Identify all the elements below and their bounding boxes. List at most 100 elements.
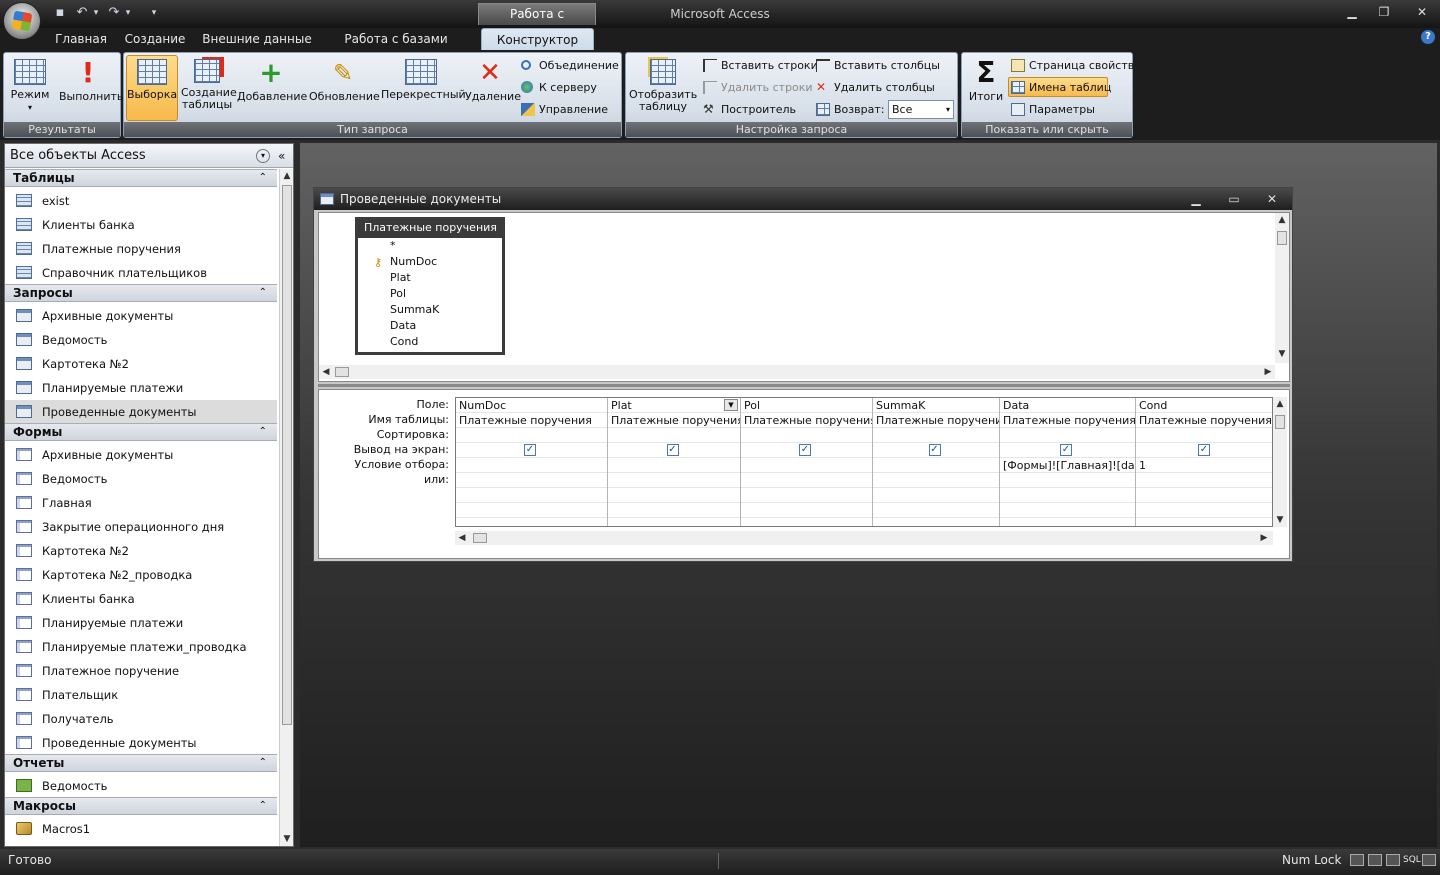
show-cell[interactable]: ✓ (456, 443, 607, 458)
field-cell[interactable]: NumDoc (456, 398, 607, 413)
scroll-down-icon[interactable]: ▼ (280, 832, 294, 846)
empty-cell[interactable] (608, 488, 740, 503)
or-cell[interactable] (873, 473, 999, 488)
show-cell[interactable]: ✓ (608, 443, 740, 458)
office-button[interactable] (3, 2, 41, 40)
view-button[interactable]: Режим ▾ (6, 55, 54, 121)
criteria-cell[interactable] (456, 458, 607, 473)
scroll-up-icon[interactable]: ▲ (1273, 397, 1287, 411)
criteria-cell[interactable]: 1 (1136, 458, 1272, 473)
show-checkbox[interactable]: ✓ (799, 444, 811, 456)
minimize-icon[interactable]: ▁ (1340, 3, 1364, 21)
sort-cell[interactable] (456, 428, 607, 443)
query-window-titlebar[interactable]: Проведенные документы ▁ ▭ ✕ (314, 188, 1292, 210)
redo-dropdown-icon[interactable]: ▾ (120, 5, 136, 21)
empty-cell[interactable] (1136, 488, 1272, 503)
nav-item[interactable]: Ведомость (5, 328, 277, 352)
close-icon[interactable]: ✕ (1262, 190, 1282, 208)
grid-hscroll[interactable]: ◀ ▶ (455, 531, 1273, 545)
nav-item[interactable]: Справочник плательщиков (5, 261, 277, 285)
sort-cell[interactable] (1136, 428, 1272, 443)
totals-button[interactable]: Σ Итоги (964, 55, 1008, 121)
field-list-item[interactable]: ⚷ NumDoc (358, 254, 502, 270)
pass-through-button[interactable]: К серверу (518, 77, 598, 97)
nav-scrollbar[interactable]: ▲ ▼ (279, 169, 293, 846)
tab-create[interactable]: Создание (120, 28, 190, 50)
or-cell[interactable] (608, 473, 740, 488)
nav-item[interactable]: Архивные документы (5, 443, 277, 467)
insert-columns-button[interactable]: Вставить столбцы (813, 55, 941, 75)
empty-cell[interactable] (1136, 503, 1272, 518)
nav-item[interactable]: Клиенты банка (5, 213, 277, 237)
pane-splitter[interactable] (318, 384, 1290, 387)
table-cell[interactable]: Платежные поручения (456, 413, 607, 428)
close-icon[interactable]: ✕ (1410, 3, 1434, 21)
table-pane-hscroll[interactable]: ◀ ▶ (319, 365, 1275, 379)
scroll-thumb[interactable] (335, 367, 349, 377)
minimize-icon[interactable]: ▁ (1186, 190, 1206, 208)
select-query-button[interactable]: Выборка (126, 55, 178, 121)
sort-cell[interactable] (873, 428, 999, 443)
datasheet-view-icon[interactable] (1350, 854, 1364, 866)
table-cell[interactable]: Платежные поручения (608, 413, 740, 428)
tab-design[interactable]: Конструктор (481, 28, 594, 50)
collapse-chevron-icon[interactable]: ⌃ (259, 424, 267, 440)
tab-home[interactable]: Главная (50, 28, 112, 50)
pivot-table-view-icon[interactable] (1368, 854, 1382, 866)
field-list[interactable]: Платежные поручения * ⚷ NumDoc Plat Pol Summa… (355, 217, 505, 355)
or-cell[interactable] (741, 473, 872, 488)
table-cell[interactable]: Платежные поручения (741, 413, 872, 428)
scroll-thumb[interactable] (1275, 415, 1285, 429)
show-checkbox[interactable]: ✓ (666, 444, 679, 456)
empty-cell[interactable] (608, 503, 740, 518)
nav-item[interactable]: Планируемые платежи (5, 376, 277, 400)
nav-section-header[interactable]: Таблицы ⌃ (5, 169, 277, 187)
nav-item[interactable]: Ведомость (5, 774, 277, 798)
nav-section-header[interactable]: Формы ⌃ (5, 423, 277, 441)
nav-section-header[interactable]: Запросы ⌃ (5, 284, 277, 302)
field-list-item[interactable]: * (358, 238, 502, 254)
table-cell[interactable]: Платежные поручения (873, 413, 999, 428)
scroll-up-icon[interactable]: ▲ (280, 169, 294, 183)
tab-external-data[interactable]: Внешние данные (200, 28, 314, 50)
nav-item[interactable]: Плательщик (5, 683, 277, 707)
scroll-right-icon[interactable]: ▶ (1257, 531, 1271, 545)
nav-item[interactable]: Главная (5, 491, 277, 515)
collapse-chevron-icon[interactable]: ⌃ (259, 170, 267, 186)
show-cell[interactable]: ✓ (873, 443, 999, 458)
nav-item[interactable]: Macros2 (5, 841, 277, 846)
field-list-item[interactable]: Cond (358, 334, 502, 350)
scroll-left-icon[interactable]: ◀ (319, 365, 333, 379)
criteria-cell[interactable] (741, 458, 872, 473)
show-checkbox[interactable]: ✓ (1198, 444, 1210, 456)
sort-cell[interactable] (741, 428, 872, 443)
empty-cell[interactable] (873, 503, 999, 518)
collapse-chevron-icon[interactable]: ⌃ (259, 798, 267, 814)
append-button[interactable]: + Добавление (236, 55, 307, 121)
or-cell[interactable] (1000, 473, 1135, 488)
update-button[interactable]: ✎ Обновление (308, 55, 380, 121)
scroll-right-icon[interactable]: ▶ (1261, 365, 1275, 379)
table-pane-vscroll[interactable]: ▲ ▼ (1275, 213, 1289, 363)
field-cell[interactable]: Cond (1136, 398, 1272, 413)
field-list-item[interactable]: Pol (358, 286, 502, 302)
field-list-item[interactable]: SummaK (358, 302, 502, 318)
or-cell[interactable] (456, 473, 607, 488)
empty-cell[interactable] (873, 488, 999, 503)
make-table-button[interactable]: Создание таблицы (180, 55, 237, 121)
empty-cell[interactable] (1000, 488, 1135, 503)
table-cell[interactable]: Платежные поручения (1000, 413, 1135, 428)
nav-item[interactable]: Картотека №2 (5, 352, 277, 376)
show-cell[interactable]: ✓ (1136, 443, 1272, 458)
undo-dropdown-icon[interactable]: ▾ (88, 5, 104, 21)
sort-cell[interactable] (1000, 428, 1135, 443)
delete-rows-button[interactable]: Удалить строки (700, 77, 814, 97)
insert-rows-button[interactable]: Вставить строки (700, 55, 819, 75)
nav-section-header[interactable]: Макросы ⌃ (5, 797, 277, 815)
field-cell[interactable]: Data (1000, 398, 1135, 413)
field-list-title[interactable]: Платежные поручения (358, 220, 502, 238)
nav-item[interactable]: Платежные поручения (5, 237, 277, 261)
nav-item[interactable]: Планируемые платежи_проводка (5, 635, 277, 659)
nav-item[interactable]: Ведомость (5, 467, 277, 491)
collapse-chevron-icon[interactable]: ⌃ (259, 285, 267, 301)
